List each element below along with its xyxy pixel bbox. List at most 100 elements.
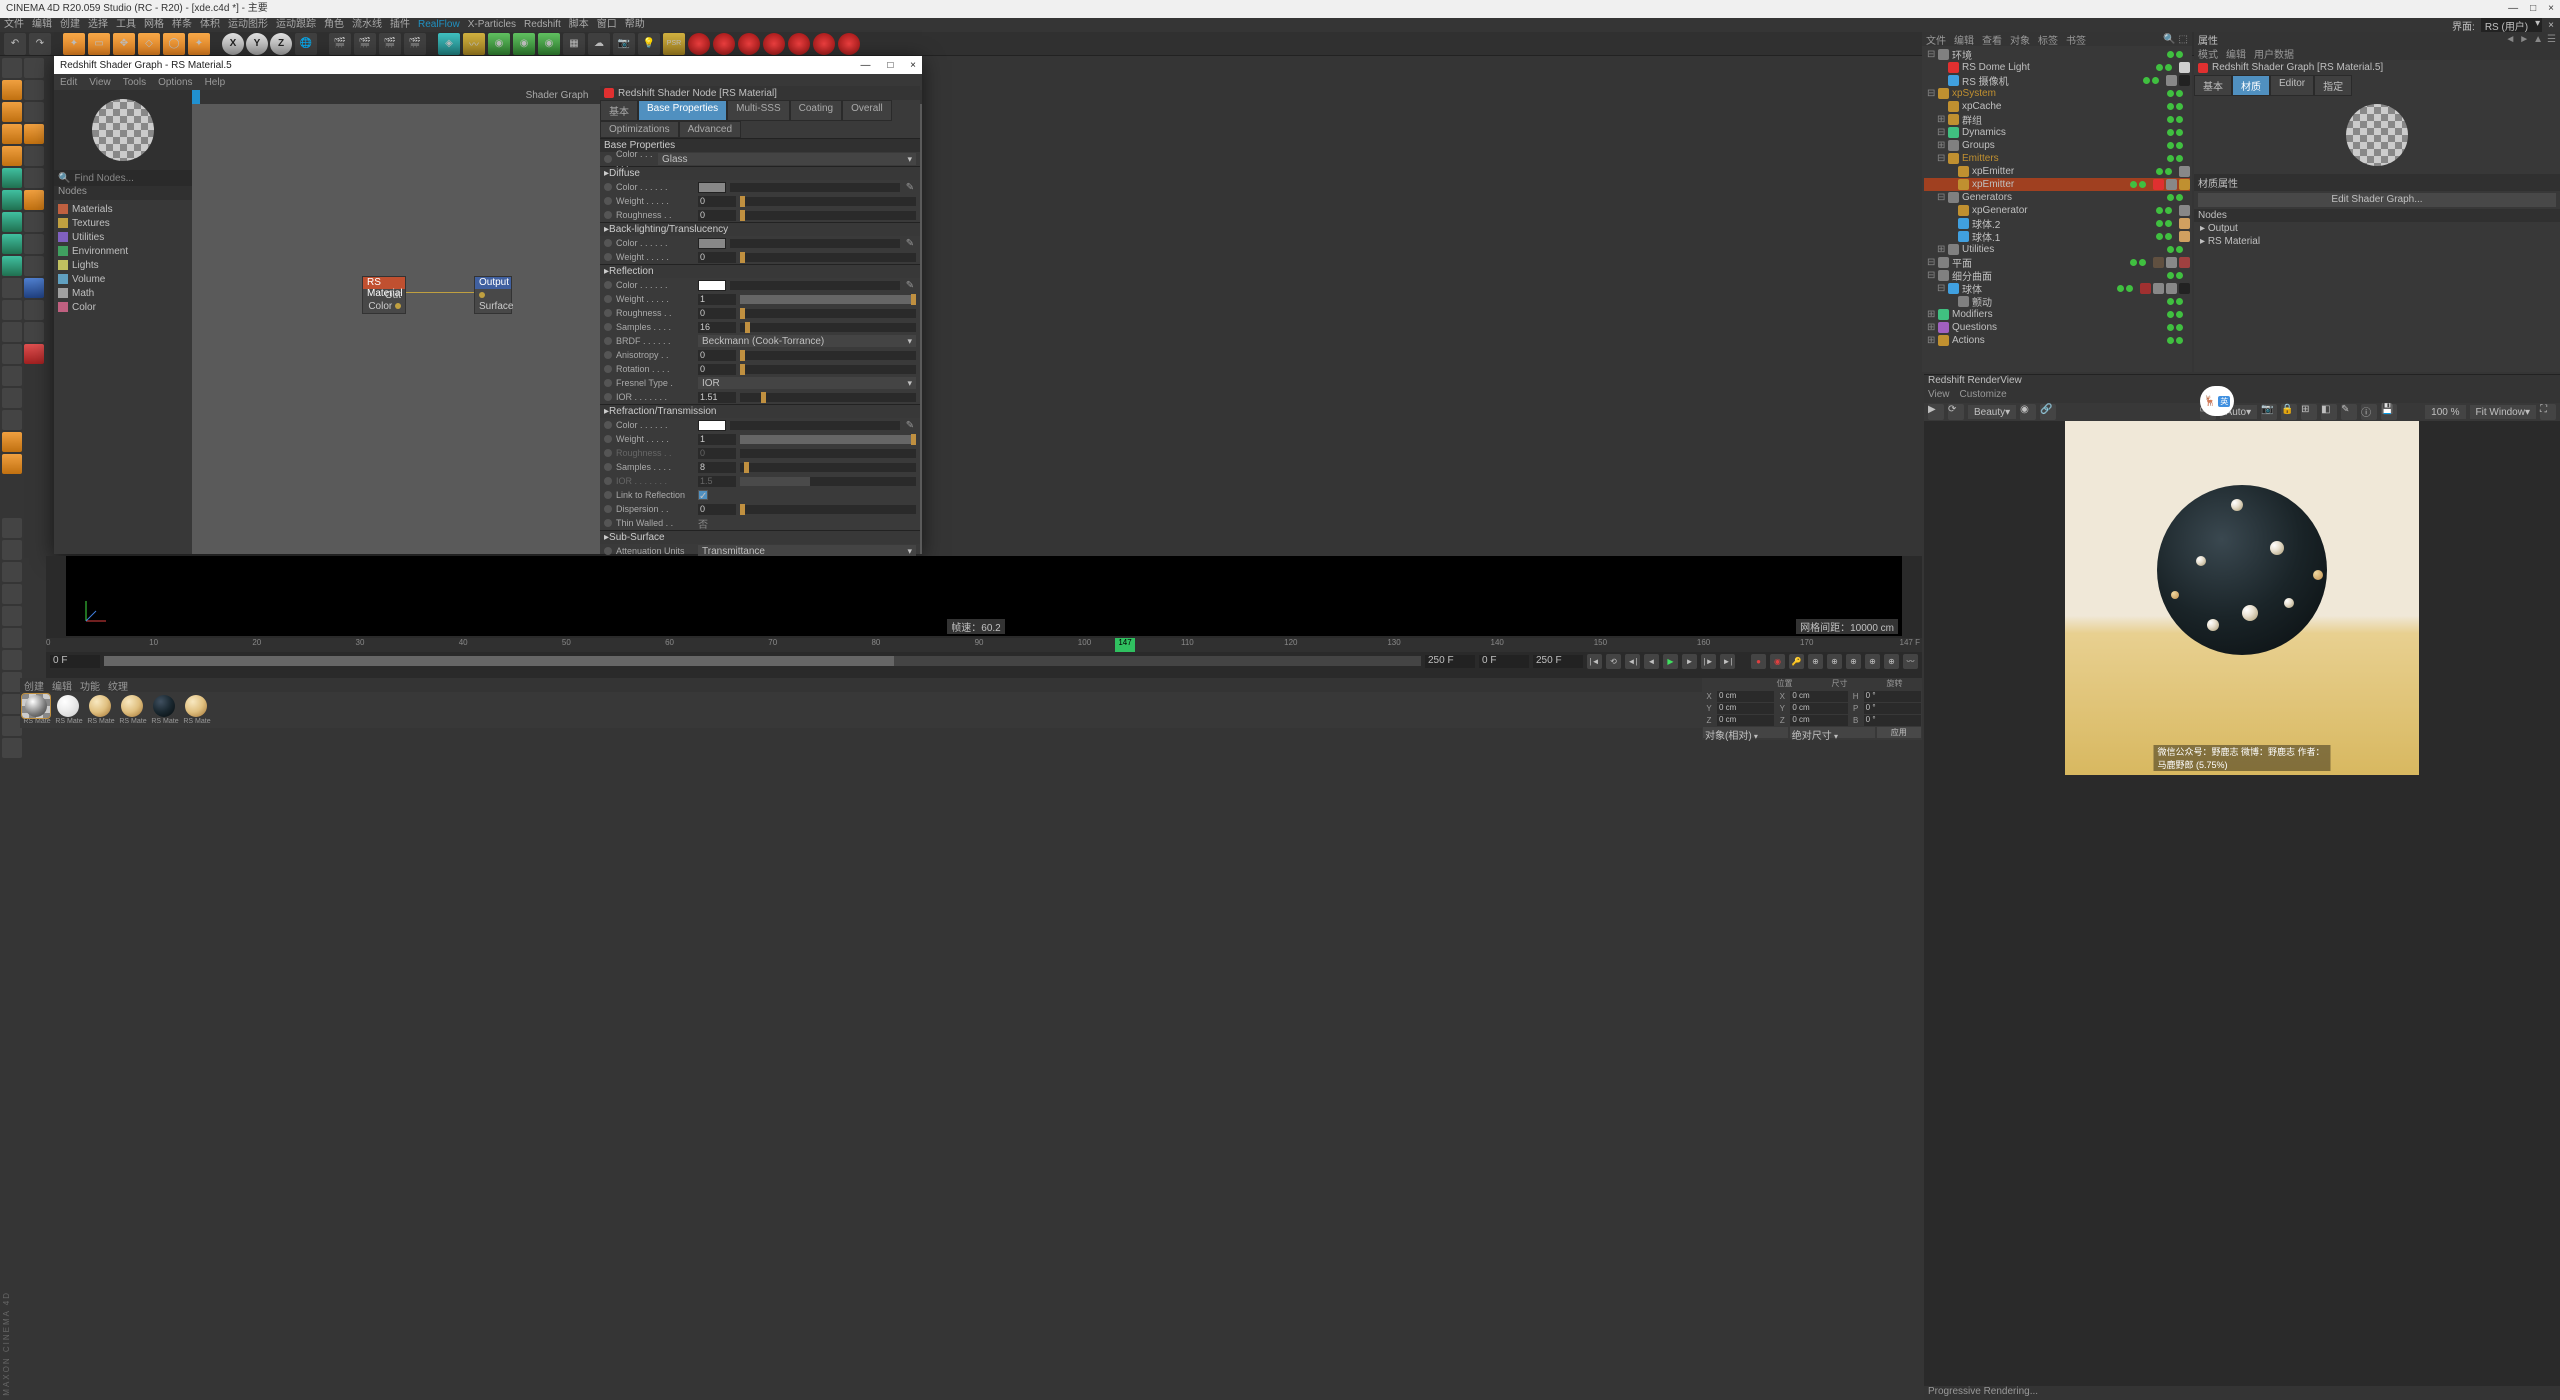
menu-脚本[interactable]: 脚本 xyxy=(569,18,589,32)
rv-menu-View[interactable]: View xyxy=(1928,389,1950,403)
preset-dropdown[interactable]: Beckmann (Cook-Torrance)Glass xyxy=(658,153,916,165)
obj-menu-编辑[interactable]: 编辑 xyxy=(1954,32,1974,47)
tool-4-icon[interactable] xyxy=(24,80,44,100)
menu-样条[interactable]: 样条 xyxy=(172,18,192,32)
timeline-ruler[interactable]: 147 147 F 010203040506070809010011012013… xyxy=(46,638,1922,652)
tool-22-icon[interactable] xyxy=(24,278,44,298)
mat-menu-创建[interactable]: 创建 xyxy=(24,678,44,692)
rec-icon[interactable]: ● xyxy=(1751,654,1766,669)
nav-fwd-icon[interactable]: ► xyxy=(2519,34,2529,45)
sg-menu-Help[interactable]: Help xyxy=(205,77,226,88)
tool-10-icon[interactable] xyxy=(24,146,44,166)
rv-info-icon[interactable]: ⓘ xyxy=(2361,404,2377,420)
tool-6-icon[interactable] xyxy=(24,102,44,122)
node-cat-Math[interactable]: Math xyxy=(58,286,188,300)
tool-30-icon[interactable] xyxy=(2,388,22,408)
attr-menu-模式[interactable]: 模式 xyxy=(2198,46,2218,61)
rv-image[interactable]: 微信公众号：野鹿志 微博：野鹿志 作者：马鹿野郎 (5.75%) xyxy=(1924,421,2560,775)
timeline-cursor[interactable]: 147 xyxy=(1115,638,1134,652)
sg-menu-Options[interactable]: Options xyxy=(158,77,192,88)
generator-icon[interactable]: ◉ xyxy=(488,33,510,55)
material-0[interactable]: RS Mate xyxy=(22,694,52,728)
play-icon[interactable]: ▶ xyxy=(1663,654,1678,669)
environment-icon[interactable]: ☁ xyxy=(588,33,610,55)
fcurve-icon[interactable]: 〰 xyxy=(1903,654,1918,669)
tool-12-icon[interactable] xyxy=(24,168,44,188)
tool-53-icon[interactable] xyxy=(2,738,22,758)
tool-40-icon[interactable] xyxy=(2,518,22,538)
obj-menu-文件[interactable]: 文件 xyxy=(1926,32,1946,47)
mat-menu-功能[interactable]: 功能 xyxy=(80,678,100,692)
render-pv-icon[interactable]: 🎬 xyxy=(379,33,401,55)
deer-badge[interactable]: 🦌英 xyxy=(2200,386,2234,416)
obj-Actions[interactable]: ⊞Actions xyxy=(1924,334,2190,347)
menu-插件[interactable]: 插件 xyxy=(390,18,410,32)
rv-refresh-icon[interactable]: ⟳ xyxy=(1948,404,1964,420)
rv-link-icon[interactable]: 🔗 xyxy=(2040,404,2056,420)
menu-窗口[interactable]: 窗口 xyxy=(597,18,617,32)
key-opt-icon[interactable]: ⊕ xyxy=(1884,654,1899,669)
tool-49-icon[interactable] xyxy=(2,694,22,714)
tool-19-icon[interactable] xyxy=(2,256,22,276)
material-2[interactable]: RS Mate xyxy=(86,694,116,728)
key-a-icon[interactable]: ⊕ xyxy=(1865,654,1880,669)
rs-3-icon[interactable] xyxy=(738,33,760,55)
world-icon[interactable]: 🌐 xyxy=(295,33,317,55)
maximize-button[interactable]: □ xyxy=(2530,0,2536,18)
search-icon[interactable]: 🔍 ⬚ xyxy=(2163,34,2188,45)
range-start[interactable]: 0 F xyxy=(50,655,100,668)
tool-23-icon[interactable] xyxy=(2,300,22,320)
tool-7-icon[interactable] xyxy=(2,124,22,144)
select-live-icon[interactable]: ✦ xyxy=(63,33,85,55)
attr-tab-Editor[interactable]: Editor xyxy=(2270,75,2314,96)
tool-41-icon[interactable] xyxy=(2,540,22,560)
tool-24-icon[interactable] xyxy=(24,300,44,320)
eyedropper-icon[interactable]: ✎ xyxy=(904,420,916,431)
section-subsurface[interactable]: Sub-Surface xyxy=(609,532,665,543)
node-cat-Lights[interactable]: Lights xyxy=(58,258,188,272)
tool-47-icon[interactable] xyxy=(2,672,22,692)
light-icon[interactable]: 💡 xyxy=(638,33,660,55)
rv-beauty-dropdown[interactable]: Beauty ▾ xyxy=(1968,405,2016,419)
mat-menu-编辑[interactable]: 编辑 xyxy=(52,678,72,692)
key-icon[interactable]: 🔑 xyxy=(1789,654,1804,669)
obj-tree[interactable]: ⊟环境RS Dome LightRS 摄像机⊟xpSystemxpCache⊞群… xyxy=(1922,46,2192,349)
rs-4-icon[interactable] xyxy=(763,33,785,55)
rv-save-icon[interactable]: 💾 xyxy=(2381,404,2397,420)
obj-Questions[interactable]: ⊞Questions xyxy=(1924,321,2190,334)
menu-Redshift[interactable]: Redshift xyxy=(524,18,561,32)
tool-46-icon[interactable] xyxy=(2,650,22,670)
rv-play-icon[interactable]: ▶ xyxy=(1928,404,1944,420)
move-icon[interactable]: ✥ xyxy=(113,33,135,55)
key-r-icon[interactable]: ⊕ xyxy=(1846,654,1861,669)
sg-menu-View[interactable]: View xyxy=(89,77,111,88)
subdivision-icon[interactable]: ◉ xyxy=(513,33,535,55)
rv-snap-icon[interactable]: 📷 xyxy=(2261,404,2277,420)
scale-icon[interactable]: ◇ xyxy=(138,33,160,55)
tool-18-icon[interactable] xyxy=(24,234,44,254)
obj-群组[interactable]: ⊞群组 xyxy=(1924,113,2190,126)
recent-icon[interactable]: ✦ xyxy=(188,33,210,55)
obj-Emitters[interactable]: ⊟Emitters xyxy=(1924,152,2190,165)
render-region-icon[interactable]: 🎬 xyxy=(354,33,376,55)
attr-tab-指定[interactable]: 指定 xyxy=(2314,75,2352,96)
attr-tab-基本[interactable]: 基本 xyxy=(2194,75,2232,96)
axis-lock[interactable]: XYZ xyxy=(222,33,292,55)
tool-14-icon[interactable] xyxy=(24,190,44,210)
rv-lock-icon[interactable]: 🔒 xyxy=(2281,404,2297,420)
sn-tab-6[interactable]: Advanced xyxy=(679,121,741,138)
link-reflection-checkbox[interactable]: ✓ xyxy=(698,490,708,500)
array-icon[interactable]: ◉ xyxy=(538,33,560,55)
nav-up-icon[interactable]: ▲ xyxy=(2533,34,2543,45)
tool-15-icon[interactable] xyxy=(2,212,22,232)
tool-44-icon[interactable] xyxy=(2,606,22,626)
menu-工具[interactable]: 工具 xyxy=(116,18,136,32)
tool-32-icon[interactable] xyxy=(2,432,22,452)
obj-Groups[interactable]: ⊞Groups xyxy=(1924,139,2190,152)
material-1[interactable]: RS Mate xyxy=(54,694,84,728)
goto-start-icon[interactable]: |◄ xyxy=(1587,654,1602,669)
obj-menu-查看[interactable]: 查看 xyxy=(1982,32,2002,47)
primitive-icon[interactable]: ◈ xyxy=(438,33,460,55)
sg-menu-Tools[interactable]: Tools xyxy=(123,77,146,88)
rv-grid-icon[interactable]: ⊞ xyxy=(2301,404,2317,420)
